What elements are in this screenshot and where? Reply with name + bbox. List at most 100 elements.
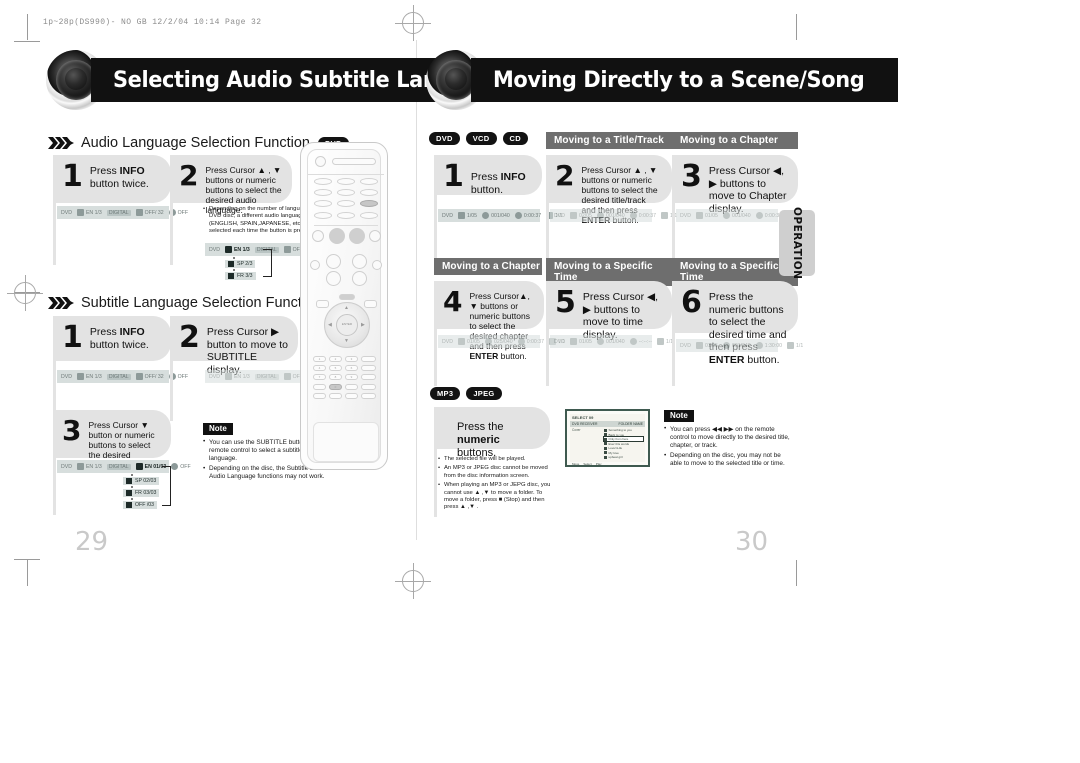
- osd-item-audio: EN 1/3: [76, 373, 102, 380]
- section-tab-operation: OPERATION: [779, 207, 815, 279]
- sound-mode-button: [372, 260, 382, 270]
- step-card-r3: 3 Press Cursor ◀, ▶ buttons to move to C…: [672, 155, 798, 215]
- cursor-up-icon: ▲: [344, 305, 349, 311]
- bullet-item: The selected file will be played.: [438, 455, 558, 463]
- step-number: 1: [62, 159, 83, 194]
- bullet-item: When playing an MP3 or JEPG disc, you ca…: [438, 482, 558, 512]
- info-button: [360, 200, 378, 207]
- manual-page-spread: 1p~28p(DS990)- NO GB 12/2/04 10:14 Page …: [0, 0, 1080, 763]
- remote-control-illustration: ENTER ▲ ▼ ◀ ▶ 1 2 3 4 5 6 7 8 9 0: [300, 142, 388, 470]
- channel-up-button: [352, 254, 367, 269]
- disc-badge-dvd: DVD: [429, 132, 460, 145]
- numeric-key-1: 1: [313, 356, 326, 362]
- screen-file-list: Something to you Back to you Only from h…: [603, 428, 644, 460]
- battery-cover: [313, 422, 379, 462]
- step-number: 4: [443, 285, 463, 318]
- right-page-title-bar: Moving Directly to a Scene/Song: [471, 58, 898, 102]
- screen-file-item: Ever this words: [604, 442, 643, 446]
- step-card-mp3: Press the numeric buttons.: [434, 407, 550, 459]
- enter-button: ENTER: [336, 314, 358, 336]
- osd-item-digital: DIGITAL: [106, 373, 131, 380]
- tuner-memory-button: [361, 393, 376, 399]
- osd-item-audio: 1/1: [656, 338, 673, 345]
- osd-item-disc: DVD: [61, 373, 72, 380]
- numeric-key-8: 8: [329, 374, 342, 380]
- numeric-key-2: 2: [329, 356, 342, 362]
- step-number: 5: [555, 285, 576, 320]
- screen-file-item: My love: [604, 451, 643, 455]
- screen-file-item: upbeat girl: [604, 455, 643, 459]
- osd-item-disc: DVD: [680, 342, 691, 349]
- osd-item-disc: DVD: [61, 209, 72, 216]
- osd-bar-audio-step1: DVD EN 1/3 DIGITAL OFF/ 32 OFF: [57, 206, 188, 219]
- osd-item-title: 01/05: [569, 338, 592, 345]
- function-button: [360, 189, 378, 196]
- osd-item-chapter: 001/040: [482, 212, 510, 219]
- osd-item-repeat: OFF: [171, 463, 191, 470]
- numeric-key-3: 3: [345, 356, 358, 362]
- screen-file-item: Something to you: [604, 428, 643, 432]
- menu-button: [339, 294, 355, 300]
- step-text: Press Cursor ▶ button to move to SUBTITL…: [206, 326, 289, 376]
- step-text: Press INFO button.: [470, 171, 526, 196]
- step-card-subtitle-3: 3 Press Cursor ▼ button or numeric butto…: [53, 410, 171, 470]
- step-card-r5: 5 Press Cursor ◀, ▶ buttons to move to t…: [546, 281, 672, 341]
- angle-button: [361, 374, 376, 380]
- osd-item-chapter: 001/040: [596, 338, 625, 345]
- step-number: 2: [179, 320, 200, 355]
- osd-option: FR 03/03: [123, 489, 160, 497]
- numeric-key-5: 5: [329, 365, 342, 371]
- page-number-right: 30: [735, 527, 769, 557]
- chevrons-icon: [48, 136, 74, 150]
- osd-item-time: 0:00:37: [629, 212, 656, 219]
- osd-item-time-selected: 1:30:00: [755, 342, 782, 349]
- osd-item-chapter: 001/040: [722, 342, 751, 349]
- cursor-down-icon: ▼: [344, 338, 349, 344]
- mp3-jpeg-badge-row: MP3 JPEG: [430, 387, 502, 400]
- screen-title: SELECT 09: [572, 415, 594, 420]
- screen-device-name: DVD RECEIVER: [572, 422, 598, 426]
- crop-mark-bottom-left-v: [27, 560, 28, 586]
- osd-item-time: 0:00:37: [514, 212, 541, 219]
- step-text: Press Cursor ◀, ▶ buttons to move to tim…: [582, 291, 659, 341]
- step-number: 1: [443, 159, 464, 194]
- osd-item-chapter-selected: 025/040: [484, 338, 513, 345]
- osd-loop-bracket: [262, 249, 272, 277]
- osd-bar-subtitle-step1: DVD EN 1/3 DIGITAL OFF/ 32 OFF: [57, 370, 188, 383]
- screen-cover-label: Cover: [572, 428, 581, 432]
- cursor-left-icon: ◀: [328, 322, 332, 328]
- note-label: Note: [664, 409, 694, 422]
- step-card-r4: 4 Press Cursor▲, ▼ buttons or numeric bu…: [434, 281, 544, 361]
- function-button: [337, 212, 355, 219]
- disc-badge-row: DVD VCD CD: [429, 132, 528, 145]
- divider-line: [308, 174, 384, 175]
- crop-mark-top-left-v: [27, 14, 28, 40]
- numeric-key-7: 7: [313, 374, 326, 380]
- function-button: [360, 178, 378, 185]
- osd-item-audio: EN 1/3: [224, 373, 250, 380]
- step-number: 6: [681, 285, 702, 320]
- function-button: [314, 200, 332, 207]
- numeric-key-9: 9: [345, 374, 358, 380]
- caption-title-track: Moving to a Title/Track: [546, 132, 672, 149]
- screen-file-item: Back to you: [604, 433, 643, 437]
- osd-option: FR 3/3: [225, 272, 256, 280]
- step-card-audio-1: 1 Press INFO button twice.: [53, 155, 171, 203]
- osd-item-digital: DIGITAL: [106, 209, 131, 216]
- caption-chapter-bottom: Moving to a Chapter: [434, 258, 542, 275]
- osd-option: SP 2/3: [225, 260, 256, 268]
- play-pause-button: [349, 228, 365, 244]
- screen-folder-name: FOLDER NAME: [618, 422, 644, 426]
- osd-item-digital: DIGITAL: [254, 373, 279, 380]
- osd-bar-r1: DVD 1/05 001/040 0:00:37 1/1: [438, 209, 562, 222]
- return-button: [316, 300, 329, 308]
- osd-item-title: 01/05: [457, 338, 480, 345]
- function-button: [314, 189, 332, 196]
- osd-bar-r5: DVD 01/05 001/040 --:--:-- 1/1: [550, 335, 673, 348]
- transport-divider: [314, 225, 378, 226]
- stop-button: [329, 228, 345, 244]
- osd-item-disc: DVD: [442, 338, 453, 345]
- slow-button: [313, 393, 326, 399]
- step-text: Press the numeric buttons to select the …: [708, 291, 787, 366]
- osd-item-disc: DVD: [554, 212, 565, 219]
